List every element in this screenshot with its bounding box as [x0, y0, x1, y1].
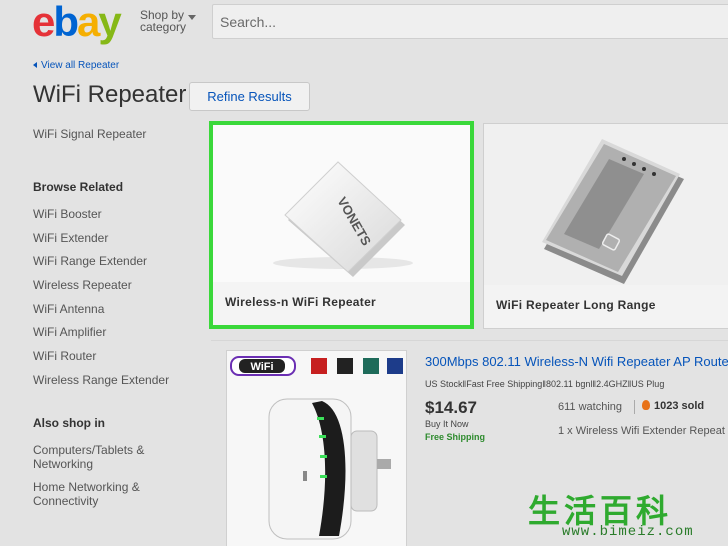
listing-price: $14.67: [425, 398, 477, 417]
svg-text:WiFi: WiFi: [250, 361, 273, 373]
ebay-logo[interactable]: ebay: [32, 1, 122, 43]
back-arrow-icon: [33, 62, 37, 69]
sidebar-item[interactable]: WiFi Antenna: [33, 302, 104, 316]
also-shop-in-heading: Also shop in: [33, 416, 105, 430]
router-product-graphic: [542, 139, 684, 284]
listing-extra-info: 1 x Wireless Wifi Extender Repeat: [558, 425, 725, 437]
product-image: VONETS: [213, 125, 470, 282]
also-shop-item[interactable]: Home Networking & Connectivity: [33, 480, 140, 508]
sold-count: 1023 sold: [642, 400, 704, 412]
category-card-wireless-n[interactable]: VONETS Wireless-n WiFi Repeater: [209, 121, 474, 329]
search-input[interactable]: [213, 5, 728, 38]
repeater-product-graphic: VONETS: [273, 161, 413, 277]
listing-product-graphic: WiFi: [230, 356, 403, 540]
buy-it-now-label: Buy It Now: [425, 419, 469, 429]
separator: [634, 400, 635, 414]
listing-title-link[interactable]: 300Mbps 802.11 Wireless-N Wifi Repeater …: [425, 354, 728, 369]
browse-related-heading: Browse Related: [33, 180, 124, 194]
search-box: [212, 4, 728, 39]
sidebar-item[interactable]: WiFi Booster: [33, 207, 102, 221]
shop-by-line2: category: [140, 20, 187, 34]
watermark: 生活百科 www.bimeiz.com: [528, 486, 728, 546]
chevron-down-icon: [188, 15, 196, 20]
sidebar-item[interactable]: Wireless Range Extender: [33, 373, 169, 387]
fire-icon: [642, 400, 650, 410]
product-image: [484, 124, 728, 285]
page-title: WiFi Repeater: [33, 81, 187, 108]
view-all-link[interactable]: View all Repeater: [33, 60, 119, 71]
listing-thumbnail[interactable]: WiFi: [226, 350, 407, 546]
free-shipping-label: Free Shipping: [425, 432, 486, 442]
shop-by-category-button[interactable]: Shop by category: [140, 9, 196, 34]
sidebar-item[interactable]: WiFi Amplifier: [33, 325, 106, 339]
sidebar-item[interactable]: Wireless Repeater: [33, 278, 132, 292]
listing-subtitle: US Stock‖Fast Free Shipping‖802.11 bgnl‖…: [425, 379, 665, 389]
watching-count: 611 watching: [558, 401, 623, 413]
card-caption: Wireless-n WiFi Repeater: [213, 282, 470, 325]
category-card-long-range[interactable]: WiFi Repeater Long Range: [483, 123, 728, 329]
sidebar-item[interactable]: WiFi Router: [33, 349, 96, 363]
sidebar-link-wifi-signal-repeater[interactable]: WiFi Signal Repeater: [33, 127, 146, 141]
sidebar-item[interactable]: WiFi Extender: [33, 231, 108, 245]
watermark-url: www.bimeiz.com: [562, 524, 694, 540]
refine-results-button[interactable]: Refine Results: [189, 82, 310, 111]
also-shop-item[interactable]: Computers/Tablets & Networking: [33, 443, 144, 471]
sidebar-item[interactable]: WiFi Range Extender: [33, 254, 147, 268]
header: ebay Shop by category: [0, 0, 728, 48]
card-caption: WiFi Repeater Long Range: [484, 285, 728, 328]
